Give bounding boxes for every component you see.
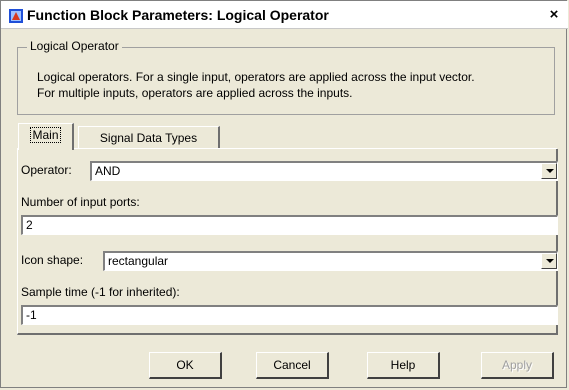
num-ports-field[interactable]: 2 xyxy=(21,215,558,235)
operator-dropdown[interactable]: AND xyxy=(90,161,558,181)
description-line-2: For multiple inputs, operators are appli… xyxy=(37,86,353,100)
tab-signal-data-types[interactable]: Signal Data Types xyxy=(78,126,220,148)
icon-shape-value: rectangular xyxy=(108,254,169,268)
dialog-window: Function Block Parameters: Logical Opera… xyxy=(0,0,568,388)
num-ports-value: 2 xyxy=(26,218,33,232)
chevron-down-icon[interactable] xyxy=(541,163,557,179)
close-icon[interactable]: × xyxy=(546,7,562,23)
icon-shape-dropdown[interactable]: rectangular xyxy=(103,251,558,271)
simulink-block-icon xyxy=(9,9,23,23)
window-title: Function Block Parameters: Logical Opera… xyxy=(27,7,329,23)
cancel-button[interactable]: Cancel xyxy=(256,352,329,379)
sample-time-label: Sample time (-1 for inherited): xyxy=(21,285,180,299)
title-bar[interactable]: Function Block Parameters: Logical Opera… xyxy=(1,1,568,29)
block-description: Logical operators. For a single input, o… xyxy=(37,69,552,101)
apply-button[interactable]: Apply xyxy=(481,352,554,379)
icon-shape-label: Icon shape: xyxy=(21,253,84,267)
description-line-1: Logical operators. For a single input, o… xyxy=(37,70,475,84)
operator-label: Operator: xyxy=(21,163,72,177)
sample-time-value: -1 xyxy=(26,308,37,322)
chevron-down-icon[interactable] xyxy=(541,253,557,269)
ok-button[interactable]: OK xyxy=(149,352,222,379)
tab-main[interactable]: Main xyxy=(18,123,74,150)
operator-value: AND xyxy=(95,164,121,178)
tab-main-label: Main xyxy=(30,127,61,143)
sample-time-field[interactable]: -1 xyxy=(21,305,558,325)
num-ports-label: Number of input ports: xyxy=(21,195,140,209)
help-button[interactable]: Help xyxy=(367,352,440,379)
tab-panel-main: Operator: AND Number of input ports: 2 I… xyxy=(17,149,558,335)
groupbox-legend: Logical Operator xyxy=(27,39,122,53)
